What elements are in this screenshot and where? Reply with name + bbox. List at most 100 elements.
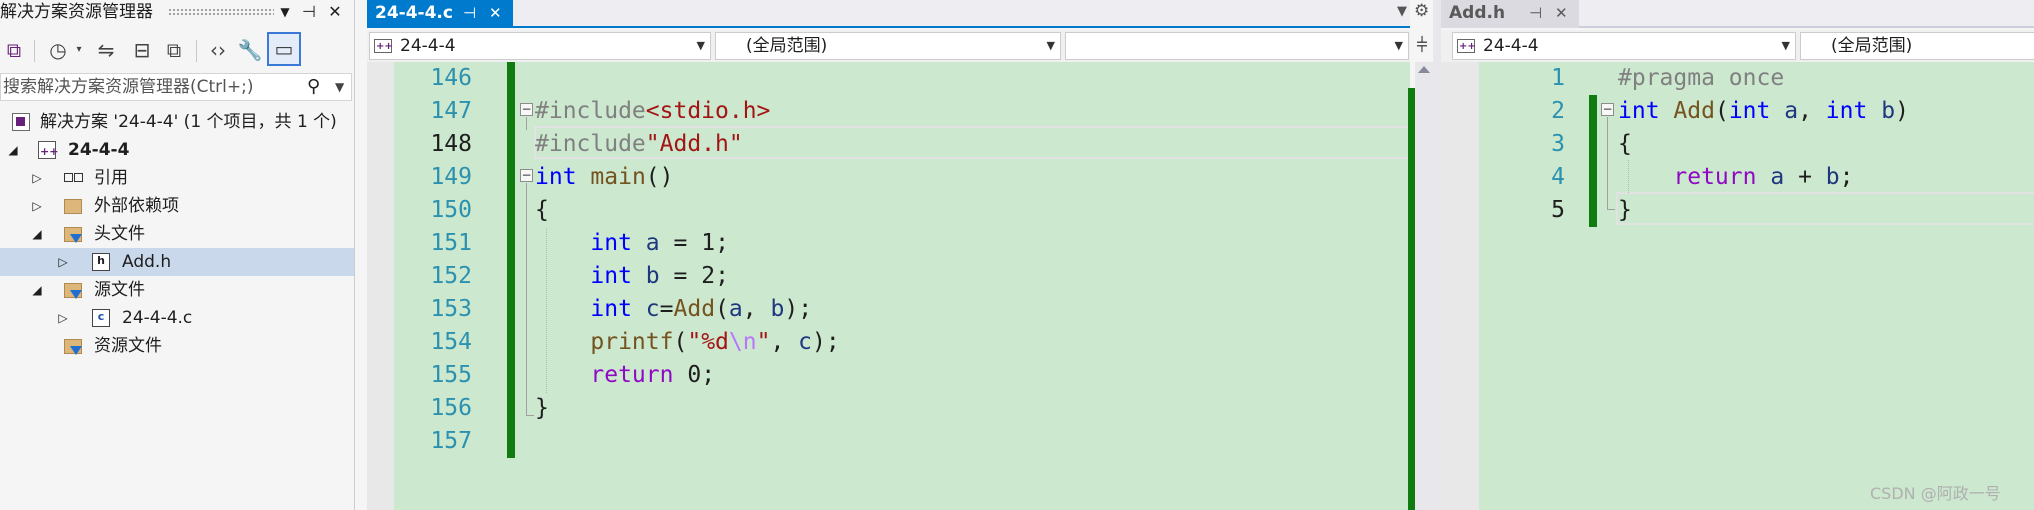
window-position-dropdown-icon[interactable]: ▼	[274, 0, 296, 24]
indent-guide	[1628, 160, 1629, 193]
right-navigation-bar: 24-4-4 ▼ (全局范围)	[1441, 30, 2034, 62]
tree-item-label: 24-4-4	[68, 140, 130, 160]
preprocessor-text: once	[1714, 65, 1785, 91]
tree-item-solution[interactable]: 解决方案 '24-4-4' (1 个项目，共 1 个)	[0, 108, 354, 136]
line-number: 154	[430, 329, 472, 355]
code-line[interactable]: }	[1618, 194, 1632, 227]
expanded-arrow-icon[interactable]: ◢	[30, 276, 44, 304]
code-line[interactable]: int c=Add(a, b);	[535, 293, 812, 326]
code-line[interactable]: }	[535, 392, 549, 425]
collapsed-arrow-icon[interactable]: ▷	[56, 248, 70, 276]
preprocessor-directive: #pragma	[1618, 65, 1715, 91]
change-tracking-bar	[507, 62, 515, 458]
code-line[interactable]: #pragma once	[1618, 62, 1784, 95]
filter-folder-icon	[64, 227, 82, 243]
project-dropdown-value: 24-4-4	[1483, 36, 1539, 56]
number-literal: 1	[701, 230, 716, 256]
pin-icon[interactable]: ⊣	[463, 0, 476, 26]
project-dropdown[interactable]: 24-4-4 ▼	[1452, 32, 1796, 60]
collapse-all-icon[interactable]: ⊟	[128, 36, 156, 64]
member-dropdown[interactable]: ▼	[1065, 32, 1409, 60]
code-line[interactable]: int main()	[535, 161, 674, 194]
code-line[interactable]: return a + b;	[1618, 161, 1853, 194]
drag-grip[interactable]	[168, 8, 274, 16]
view-code-icon[interactable]: ‹›	[204, 36, 232, 64]
solution-explorer-search-box[interactable]: ⚲ ▼	[0, 73, 352, 101]
pin-icon[interactable]: ⊣	[298, 0, 320, 24]
code-line[interactable]: int Add(int a, int b)	[1618, 95, 1909, 128]
close-icon[interactable]: ✕	[324, 0, 346, 24]
code-line[interactable]: int b = 2;	[535, 260, 729, 293]
pending-changes-dropdown-icon[interactable]: ▾	[72, 36, 86, 64]
expanded-arrow-icon[interactable]: ◢	[30, 220, 44, 248]
settings-gear-icon[interactable]: ⚙	[1414, 0, 1429, 22]
tree-item-references[interactable]: ▷ 引用	[0, 164, 354, 192]
tree-item-24-4-4-c[interactable]: ▷ c 24-4-4.c	[0, 304, 354, 332]
split-window-icon[interactable]: ⫩	[1410, 32, 1434, 60]
close-icon[interactable]: ✕	[1555, 0, 1568, 26]
code-line[interactable]: int a = 1;	[535, 227, 729, 260]
collapsed-arrow-icon[interactable]: ▷	[56, 304, 70, 332]
fold-toggle-icon[interactable]: −	[1601, 103, 1614, 116]
tab-24-4-4-c[interactable]: 24-4-4.c ⊣ ✕	[367, 0, 513, 28]
solution-explorer-title: 解决方案资源管理器	[0, 2, 153, 22]
search-options-dropdown-icon[interactable]: ▼	[335, 74, 344, 100]
tree-item-source-files[interactable]: ◢ 源文件	[0, 276, 354, 304]
c-file-icon: c	[92, 309, 110, 327]
punctuation: {	[535, 197, 549, 223]
code-line[interactable]: printf("%d\n", c);	[535, 326, 839, 359]
editor-splitter[interactable]	[1433, 0, 1441, 510]
code-line[interactable]: #include<stdio.h>	[535, 95, 770, 128]
collapsed-arrow-icon[interactable]: ▷	[30, 164, 44, 192]
sync-with-active-document-icon[interactable]: ⇋	[92, 36, 120, 64]
fold-toggle-icon[interactable]: −	[520, 169, 533, 182]
cpp-project-icon	[374, 34, 393, 60]
code-line[interactable]: return 0;	[535, 359, 715, 392]
punctuation: ;	[715, 263, 729, 289]
scroll-up-arrow-icon[interactable]	[1418, 66, 1430, 73]
punctuation: ,	[770, 329, 785, 355]
identifier: b	[1825, 164, 1840, 190]
collapsed-arrow-icon[interactable]: ▷	[30, 192, 44, 220]
tab-add-h[interactable]: Add.h ⊣ ✕	[1441, 0, 1579, 28]
expanded-arrow-icon[interactable]: ◢	[6, 136, 20, 164]
function-name: main	[590, 164, 646, 190]
switch-views-icon[interactable]: ⧉	[0, 36, 28, 64]
tree-item-label: 解决方案 '24-4-4' (1 个项目，共 1 个)	[40, 112, 337, 132]
project-dropdown[interactable]: 24-4-4 ▼	[369, 32, 711, 60]
fold-line	[1607, 117, 1608, 209]
scope-dropdown[interactable]: (全局范围) ▼	[715, 32, 1061, 60]
tree-item-header-files[interactable]: ◢ 头文件	[0, 220, 354, 248]
preprocessor-directive: #include	[535, 131, 646, 157]
code-line[interactable]: {	[535, 194, 549, 227]
tab-list-dropdown-icon[interactable]: ▼	[1397, 0, 1407, 24]
solution-explorer-search-input[interactable]	[3, 76, 293, 98]
code-line[interactable]: #include"Add.h"	[535, 128, 743, 161]
tree-item-external-dependencies[interactable]: ▷ 外部依赖项	[0, 192, 354, 220]
show-all-files-icon[interactable]: ⧉	[160, 36, 188, 64]
search-icon[interactable]: ⚲	[307, 74, 320, 100]
pending-changes-filter-icon[interactable]: ◷	[44, 36, 72, 64]
identifier: a	[1784, 98, 1799, 124]
preview-selected-items-icon[interactable]: ▭	[267, 32, 301, 66]
code-line[interactable]: {	[1618, 128, 1632, 161]
properties-wrench-icon[interactable]: 🔧	[236, 36, 264, 64]
filter-folder-icon	[64, 339, 82, 355]
tree-item-project[interactable]: ◢ 24-4-4	[0, 136, 354, 166]
fold-line	[526, 183, 527, 415]
tab-label: Add.h	[1449, 3, 1506, 23]
close-icon[interactable]: ✕	[489, 0, 502, 26]
fold-toggle-icon[interactable]: −	[520, 103, 533, 116]
line-number: 155	[430, 362, 472, 388]
keyword: int	[590, 296, 632, 322]
scope-dropdown[interactable]: (全局范围)	[1800, 32, 2034, 60]
tree-item-add-h[interactable]: ▷ h Add.h	[0, 248, 354, 276]
fold-end	[1607, 209, 1615, 210]
tree-item-resource-files[interactable]: 资源文件	[0, 332, 354, 360]
pin-icon[interactable]: ⊣	[1529, 0, 1542, 26]
left-vertical-scrollbar[interactable]	[1415, 62, 1433, 510]
